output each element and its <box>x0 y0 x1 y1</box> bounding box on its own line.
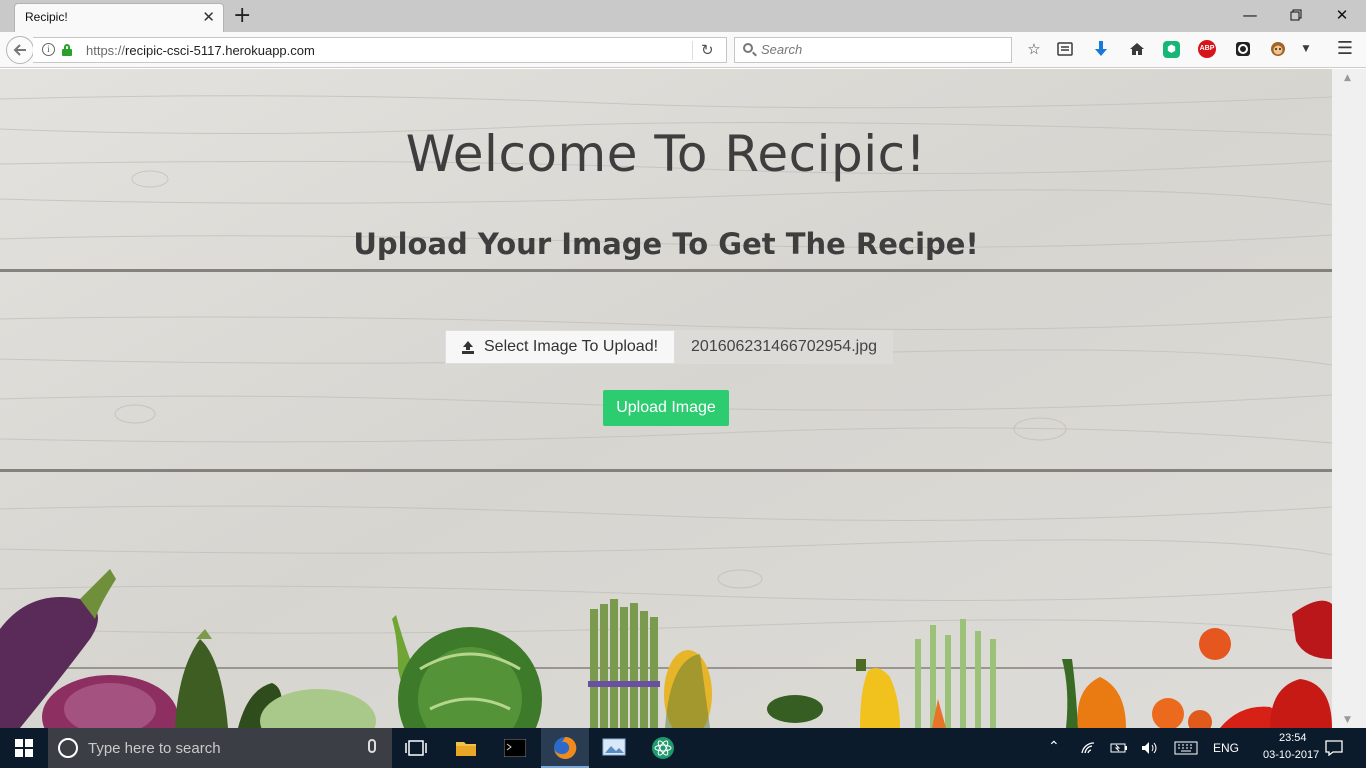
action-center-icon[interactable] <box>1325 740 1343 756</box>
wifi-icon[interactable] <box>1080 741 1096 755</box>
page-title: Welcome To Recipic! <box>405 125 927 183</box>
windows-logo-icon <box>15 739 33 757</box>
close-tab-icon[interactable]: ✕ <box>202 8 215 26</box>
extension-monkey-icon[interactable] <box>1268 39 1288 59</box>
cortana-icon <box>58 738 78 758</box>
selected-file-name: 201606231466702954.jpg <box>675 330 893 364</box>
tab-title: Recipic! <box>25 10 68 24</box>
url-text[interactable]: https://recipic-csci-5117.herokuapp.com <box>86 43 315 58</box>
page-viewport: Welcome To Recipic! Upload Your Image To… <box>0 69 1332 728</box>
home-icon[interactable] <box>1127 39 1147 59</box>
restore-icon[interactable] <box>1273 0 1319 30</box>
start-button[interactable] <box>0 728 48 768</box>
upload-icon <box>462 340 474 354</box>
command-prompt-icon[interactable] <box>491 728 539 768</box>
select-image-label: Select Image To Upload! <box>484 338 659 355</box>
menu-icon[interactable]: ☰ <box>1335 39 1355 59</box>
lock-icon[interactable] <box>62 44 72 56</box>
close-window-icon[interactable]: ✕ <box>1319 0 1365 30</box>
screenshot-extension-icon[interactable] <box>1233 39 1253 59</box>
back-button[interactable] <box>6 36 34 64</box>
clock-date[interactable]: 03-10-2017 <box>1263 749 1319 761</box>
tray-overflow-icon[interactable]: ⌃ <box>1048 738 1060 755</box>
browser-tab[interactable]: Recipic! ✕ <box>14 3 224 32</box>
task-view-icon[interactable] <box>392 728 440 768</box>
file-explorer-icon[interactable] <box>442 728 490 768</box>
new-tab-icon[interactable]: + <box>233 3 251 29</box>
microphone-icon[interactable] <box>368 739 376 753</box>
file-upload-group: Select Image To Upload! 2016062314667029… <box>445 330 893 364</box>
bookmark-star-icon[interactable]: ☆ <box>1024 39 1044 59</box>
scroll-down-icon[interactable]: ▼ <box>1344 715 1351 725</box>
extension-dropdown-icon[interactable]: ▼ <box>1296 39 1316 59</box>
atom-editor-icon[interactable] <box>639 728 687 768</box>
search-bar[interactable] <box>734 37 1012 63</box>
adblock-plus-icon[interactable]: ABP <box>1198 40 1216 58</box>
taskbar-search-box[interactable]: Type here to search <box>48 728 392 768</box>
upload-image-button[interactable]: Upload Image <box>603 390 729 426</box>
minimize-icon[interactable]: — <box>1227 0 1273 30</box>
firefox-taskbar-icon[interactable] <box>541 728 589 768</box>
reload-icon[interactable]: ↻ <box>701 41 714 59</box>
tab-bar: Recipic! ✕ + — ✕ <box>0 0 1366 32</box>
keyboard-icon[interactable] <box>1174 741 1198 755</box>
url-bar[interactable]: i https://recipic-csci-5117.herokuapp.co… <box>33 37 727 63</box>
page-scrollbar[interactable]: ▲ ▼ <box>1332 69 1366 728</box>
search-icon <box>743 43 753 53</box>
clock-time[interactable]: 23:54 <box>1279 732 1307 744</box>
select-image-button[interactable]: Select Image To Upload! <box>445 330 676 364</box>
reading-list-icon[interactable] <box>1055 39 1075 59</box>
scroll-up-icon[interactable]: ▲ <box>1344 73 1351 83</box>
taskbar-search-placeholder: Type here to search <box>88 740 221 757</box>
search-input[interactable] <box>761 42 1001 57</box>
navigation-toolbar: i https://recipic-csci-5117.herokuapp.co… <box>0 32 1366 68</box>
volume-icon[interactable] <box>1141 741 1159 755</box>
vegetables-image <box>0 569 1332 728</box>
language-indicator[interactable]: ENG <box>1213 741 1239 755</box>
windows-taskbar: Type here to search ⌃ ENG 23:54 03-10-20… <box>0 728 1366 768</box>
info-icon[interactable]: i <box>42 43 55 56</box>
extension-hexagon-icon[interactable]: ⬢ <box>1163 41 1180 58</box>
page-subtitle: Upload Your Image To Get The Recipe! <box>353 227 979 261</box>
download-icon[interactable] <box>1091 39 1111 59</box>
battery-icon[interactable] <box>1110 741 1128 755</box>
image-viewer-icon[interactable] <box>590 728 638 768</box>
